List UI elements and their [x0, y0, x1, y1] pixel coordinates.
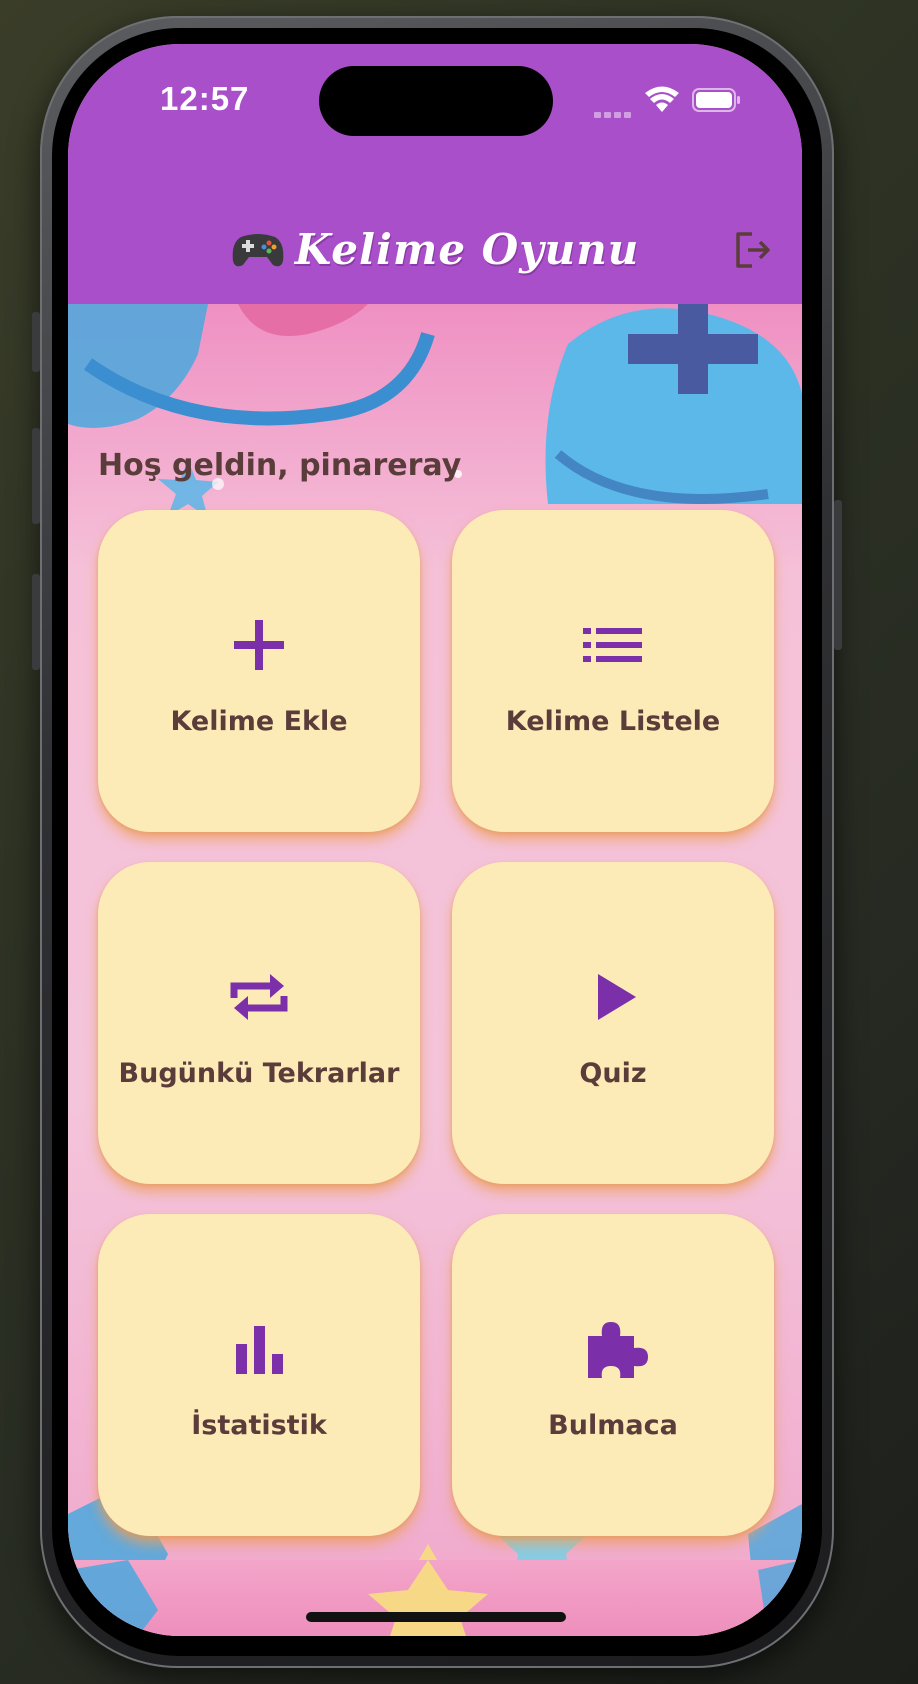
phone-screen: 12:57 Kelime Oyunu Hoş geldin, pinareray…: [68, 44, 802, 1636]
app-title: Kelime Oyunu: [294, 224, 640, 274]
logout-icon[interactable]: [734, 230, 774, 270]
status-time: 12:57: [160, 80, 250, 117]
add-word-tile[interactable]: Kelime Ekle: [98, 510, 420, 832]
puzzle-label: Bulmaca: [548, 1410, 678, 1441]
list-words-tile[interactable]: Kelime Listele: [452, 510, 774, 832]
star-decoration: [68, 1560, 802, 1636]
welcome-text: Hoş geldin, pinareray: [98, 448, 462, 483]
dynamic-island: [319, 66, 553, 136]
statistics-tile[interactable]: İstatistik: [98, 1214, 420, 1536]
home-indicator[interactable]: [306, 1612, 566, 1622]
statistics-label: İstatistik: [191, 1410, 327, 1441]
quiz-tile[interactable]: Quiz: [452, 862, 774, 1184]
plus-icon: [234, 620, 284, 670]
status-bar: 12:57: [68, 44, 802, 194]
app-bar: Kelime Oyunu: [68, 194, 802, 304]
wifi-icon: [645, 86, 679, 112]
quiz-label: Quiz: [579, 1058, 647, 1089]
repeat-icon: [230, 974, 288, 1020]
volume-up-button: [32, 428, 40, 524]
puzzle-tile[interactable]: Bulmaca: [452, 1214, 774, 1536]
play-icon: [598, 974, 636, 1020]
puzzle-icon: [588, 1322, 648, 1378]
list-icon: [583, 628, 642, 662]
todays-reviews-tile[interactable]: Bugünkü Tekrarlar: [98, 862, 420, 1184]
app-title-container: Kelime Oyunu: [68, 194, 802, 304]
bottom-background: [68, 1560, 802, 1636]
todays-reviews-label: Bugünkü Tekrarlar: [118, 1058, 400, 1089]
power-button: [834, 500, 842, 650]
bar-chart-icon: [236, 1326, 283, 1374]
list-words-label: Kelime Listele: [505, 706, 721, 737]
action-button: [32, 312, 40, 372]
battery-icon: [692, 88, 740, 112]
cellular-signal-icon: [594, 103, 636, 118]
volume-down-button: [32, 574, 40, 670]
gamepad-icon: [232, 234, 284, 267]
add-word-label: Kelime Ekle: [170, 706, 348, 737]
